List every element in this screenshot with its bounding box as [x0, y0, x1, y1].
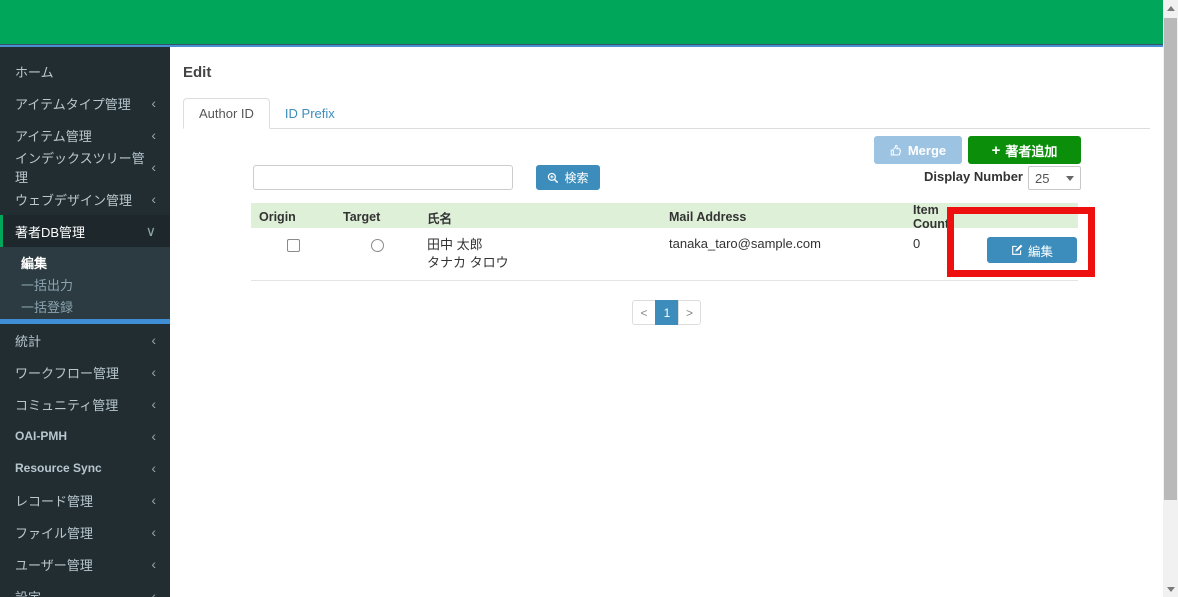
chevron-left-icon: ‹ [151, 159, 156, 175]
chevron-down-icon: ∨ [146, 223, 156, 240]
top-navbar [0, 0, 1163, 44]
chevron-left-icon: ‹ [151, 332, 156, 348]
chevron-left-icon: ‹ [151, 460, 156, 476]
author-name-kanji: 田中 太郎 [427, 236, 653, 254]
sidebar-item-item-mgmt[interactable]: アイテム管理 ‹ [0, 119, 170, 151]
sidebar-item-indextree-mgmt[interactable]: インデックスツリー管理 ‹ [0, 151, 170, 183]
author-name-cell: 田中 太郎 タナカ タロウ [419, 228, 661, 280]
tab-id-prefix[interactable]: ID Prefix [270, 99, 350, 128]
chevron-left-icon: ‹ [151, 127, 156, 143]
item-count-cell: 0 [905, 228, 985, 280]
chevron-left-icon: ‹ [151, 364, 156, 380]
sidebar-item-resource-sync[interactable]: Resource Sync ‹ [0, 452, 170, 484]
chevron-left-icon: ‹ [151, 588, 156, 597]
sidebar-subitem-bulk-register[interactable]: 一括登録 [0, 295, 170, 317]
sidebar-item-settings[interactable]: 設定 ‹ [0, 580, 170, 597]
authordb-submenu: 編集 一括出力 一括登録 [0, 247, 170, 324]
plus-icon: + [992, 143, 1001, 158]
sidebar-item-file-mgmt[interactable]: ファイル管理 ‹ [0, 516, 170, 548]
sidebar-item-webdesign-mgmt[interactable]: ウェブデザイン管理 ‹ [0, 183, 170, 215]
chevron-down-icon [1066, 176, 1074, 181]
chevron-left-icon: ‹ [151, 191, 156, 207]
origin-checkbox[interactable] [287, 239, 300, 252]
header-underline [0, 44, 1163, 47]
chevron-left-icon: ‹ [151, 556, 156, 572]
scroll-down-arrow-icon[interactable] [1163, 581, 1178, 597]
author-search-input[interactable] [253, 165, 513, 190]
display-number-select[interactable]: 25 [1028, 166, 1081, 190]
column-header-origin: Origin [251, 210, 335, 224]
pagination: < 1 > [632, 300, 701, 325]
column-header-target: Target [335, 210, 419, 224]
page-title: Edit [183, 64, 211, 81]
tab-author-id[interactable]: Author ID [183, 98, 270, 129]
column-header-item-count: Item Count [905, 203, 985, 231]
sidebar-item-home[interactable]: ホーム [0, 55, 170, 87]
chevron-left-icon: ‹ [151, 524, 156, 540]
column-header-mail: Mail Address [661, 210, 905, 224]
sidebar-item-stats[interactable]: 統計 ‹ [0, 324, 170, 356]
scroll-up-arrow-icon[interactable] [1163, 0, 1178, 16]
chevron-left-icon: ‹ [151, 428, 156, 444]
sidebar-item-record-mgmt[interactable]: レコード管理 ‹ [0, 484, 170, 516]
sidebar-item-itemtype-mgmt[interactable]: アイテムタイプ管理 ‹ [0, 87, 170, 119]
sidebar-item-community-mgmt[interactable]: コミュニティ管理 ‹ [0, 388, 170, 420]
merge-button[interactable]: Merge [874, 136, 962, 164]
page-scrollbar[interactable] [1163, 0, 1178, 597]
add-author-button[interactable]: + 著者追加 [968, 136, 1081, 164]
search-button[interactable]: 検索 [536, 165, 600, 190]
search-plus-icon [547, 172, 559, 184]
chevron-left-icon: ‹ [151, 396, 156, 412]
sidebar-subitem-bulk-export[interactable]: 一括出力 [0, 273, 170, 295]
authors-table: Origin Target 氏名 Mail Address Item Count… [251, 203, 1078, 281]
sidebar-item-user-mgmt[interactable]: ユーザー管理 ‹ [0, 548, 170, 580]
tab-bar: Author ID ID Prefix [183, 97, 1150, 129]
edit-icon [1011, 244, 1023, 256]
pagination-next-button[interactable]: > [678, 300, 701, 325]
column-header-name: 氏名 [419, 208, 661, 227]
chevron-left-icon: ‹ [151, 95, 156, 111]
pagination-prev-button[interactable]: < [632, 300, 655, 325]
thumbs-up-icon [890, 144, 903, 157]
sidebar-subitem-edit[interactable]: 編集 [0, 251, 170, 273]
edit-author-button[interactable]: 編集 [987, 237, 1077, 263]
chevron-left-icon: ‹ [151, 492, 156, 508]
scrollbar-thumb[interactable] [1164, 18, 1177, 500]
pagination-page-1[interactable]: 1 [655, 300, 678, 325]
mail-address-cell: tanaka_taro@sample.com [661, 228, 905, 280]
weko-admin-page: WEKO wekosoftware@nii.ac.jp ホーム アイテムタイプ管… [0, 0, 1178, 597]
sidebar-item-oai-pmh[interactable]: OAI-PMH ‹ [0, 420, 170, 452]
target-radio[interactable] [371, 239, 384, 252]
display-number-label: Display Number [860, 169, 1023, 184]
sidebar-nav: ホーム アイテムタイプ管理 ‹ アイテム管理 ‹ インデックスツリー管理 ‹ ウ… [0, 47, 170, 597]
sidebar-item-authordb-mgmt[interactable]: 著者DB管理 ∨ [0, 215, 170, 247]
author-name-kana: タナカ タロウ [427, 254, 653, 272]
table-header-row: Origin Target 氏名 Mail Address Item Count [251, 203, 1078, 228]
sidebar-item-workflow-mgmt[interactable]: ワークフロー管理 ‹ [0, 356, 170, 388]
table-row: 田中 太郎 タナカ タロウ tanaka_taro@sample.com 0 編… [251, 228, 1078, 281]
